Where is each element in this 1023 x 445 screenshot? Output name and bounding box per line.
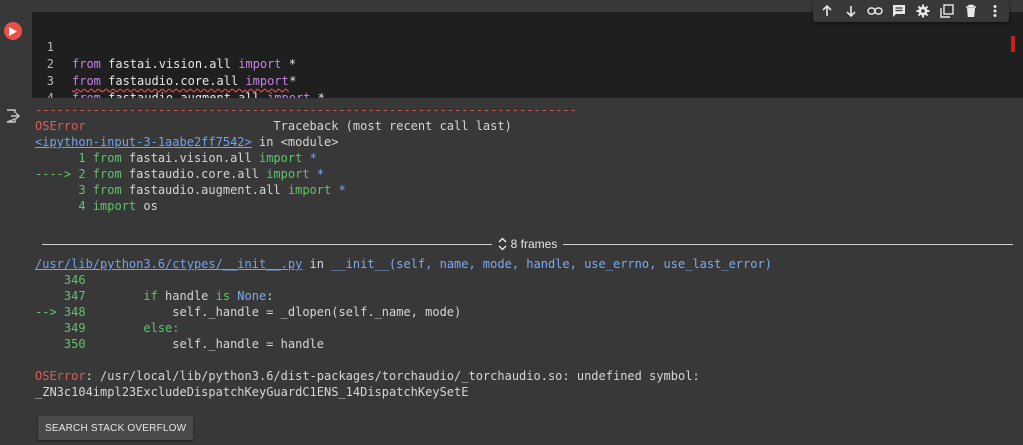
frame-in: in	[302, 257, 332, 271]
divider	[42, 243, 492, 245]
frame-header: <ipython-input-3-1aabe2ff7542> in <modul…	[35, 134, 577, 150]
module-name: fastaudio.core.all	[100, 74, 246, 88]
line-code: else:	[85, 321, 180, 335]
cell-toolbar	[813, 0, 1009, 22]
code-editor[interactable]: 1 from fastai.vision.all import * 2 from…	[32, 12, 1023, 122]
frame-line: 350 self._handle = handle	[35, 336, 772, 352]
module-name: fastai.vision.all	[100, 57, 239, 71]
keyword: from	[72, 57, 101, 71]
module-name: fastai.vision.all	[121, 151, 259, 165]
line-code: self._handle = handle	[85, 337, 324, 351]
frame-line-current: --> 348 self._handle = _dlopen(self._nam…	[35, 304, 772, 320]
play-icon	[9, 26, 17, 36]
final-error: OSError: /usr/local/lib/python3.6/dist-p…	[35, 368, 772, 384]
frame-header: /usr/lib/python3.6/ctypes/__init__.py in…	[35, 256, 772, 272]
output-clear-icon[interactable]	[6, 108, 20, 127]
import-target: *	[331, 183, 346, 197]
arrow-up-icon[interactable]	[817, 1, 837, 21]
line-prefix: 347	[35, 289, 86, 303]
keyword: import	[92, 199, 137, 213]
more-icon[interactable]	[985, 1, 1005, 21]
error-marker	[1011, 36, 1015, 52]
traceback-header: OSError Traceback (most recent call last…	[35, 118, 577, 134]
traceback-title: Traceback (most recent call last)	[85, 119, 512, 133]
divider	[563, 243, 1013, 245]
cell-gutter	[0, 12, 32, 98]
line-prefix: ----> 2	[35, 167, 93, 181]
code-line: 1 from fastai.vision.all import *	[32, 22, 296, 71]
traceback-frame-2: /usr/lib/python3.6/ctypes/__init__.py in…	[35, 256, 772, 400]
final-error-message-cont: _ZN3c104impl23ExcludeDispatchKeyGuardC1E…	[35, 385, 469, 399]
keyword: from	[92, 167, 122, 181]
traceback-dashes: ----------------------------------------…	[35, 103, 577, 117]
keyword: import	[266, 167, 310, 181]
comment-icon[interactable]	[889, 1, 909, 21]
line-code: self._handle = _dlopen(self._name, mode)	[85, 305, 462, 319]
frame-line: 349 else:	[35, 320, 772, 336]
cell-output: ----------------------------------------…	[0, 98, 1023, 445]
line-prefix: 3	[35, 183, 93, 197]
import-target: *	[302, 151, 317, 165]
keyword: from	[72, 74, 101, 88]
search-stack-overflow-button[interactable]: SEARCH STACK OVERFLOW	[38, 416, 194, 440]
run-cell-button[interactable]	[4, 22, 22, 40]
keyword: import	[258, 151, 303, 165]
frame-line-current: ----> 2 from fastaudio.core.all import *	[35, 166, 577, 182]
code-line: 2 from fastaudio.core.all import *	[32, 39, 297, 88]
module-name: os	[136, 199, 158, 213]
module-name: fastaudio.core.all	[121, 167, 267, 181]
import-target: *	[282, 74, 297, 88]
final-error-message: : /usr/local/lib/python3.6/dist-packages…	[85, 369, 700, 383]
frame-line: 4 import os	[35, 198, 577, 214]
frame-line: 3 from fastaudio.augment.all import *	[35, 182, 577, 198]
traceback: ----------------------------------------…	[35, 102, 577, 214]
final-error-name: OSError	[35, 369, 86, 383]
frame-line: 347 if handle is None:	[35, 289, 274, 303]
collapsed-frames-toggle[interactable]: 8 frames	[42, 236, 1013, 252]
keyword: from	[92, 151, 122, 165]
import-target: *	[281, 57, 296, 71]
keyword: from	[92, 183, 122, 197]
line-prefix: 4	[35, 199, 93, 213]
error-name: OSError	[35, 119, 86, 133]
delete-icon[interactable]	[961, 1, 981, 21]
ipython-input-link[interactable]: <ipython-input-3-1aabe2ff7542>	[35, 135, 252, 149]
mirror-cell-icon[interactable]	[937, 1, 957, 21]
line-prefix: 349	[35, 321, 86, 335]
expand-icon	[498, 237, 507, 251]
code-line: 4 import os	[32, 73, 137, 122]
frame-function: __init__(self, name, mode, handle, use_e…	[331, 257, 772, 271]
arrow-down-icon[interactable]	[841, 1, 861, 21]
frame-line: 346	[35, 272, 772, 288]
keyword: import	[287, 183, 332, 197]
keyword: import	[238, 57, 282, 71]
frames-label-group[interactable]: 8 frames	[492, 237, 564, 251]
line-prefix: 1	[35, 151, 93, 165]
gear-icon[interactable]	[913, 1, 933, 21]
module-name: fastaudio.augment.all	[121, 183, 288, 197]
code-cell[interactable]: 1 from fastai.vision.all import * 2 from…	[0, 0, 1023, 122]
line-prefix: 346	[35, 273, 86, 287]
frame-line: 1 from fastai.vision.all import *	[35, 150, 577, 166]
frame-location: in <module>	[251, 135, 339, 149]
code-line: 3 from fastaudio.augment.all import *	[32, 56, 325, 105]
frames-label: 8 frames	[510, 237, 558, 251]
link-icon[interactable]	[865, 1, 885, 21]
import-target: *	[309, 167, 325, 181]
line-prefix: --> 348	[35, 305, 86, 319]
line-prefix: 350	[35, 337, 86, 351]
file-link[interactable]: /usr/lib/python3.6/ctypes/__init__.py	[35, 257, 302, 271]
